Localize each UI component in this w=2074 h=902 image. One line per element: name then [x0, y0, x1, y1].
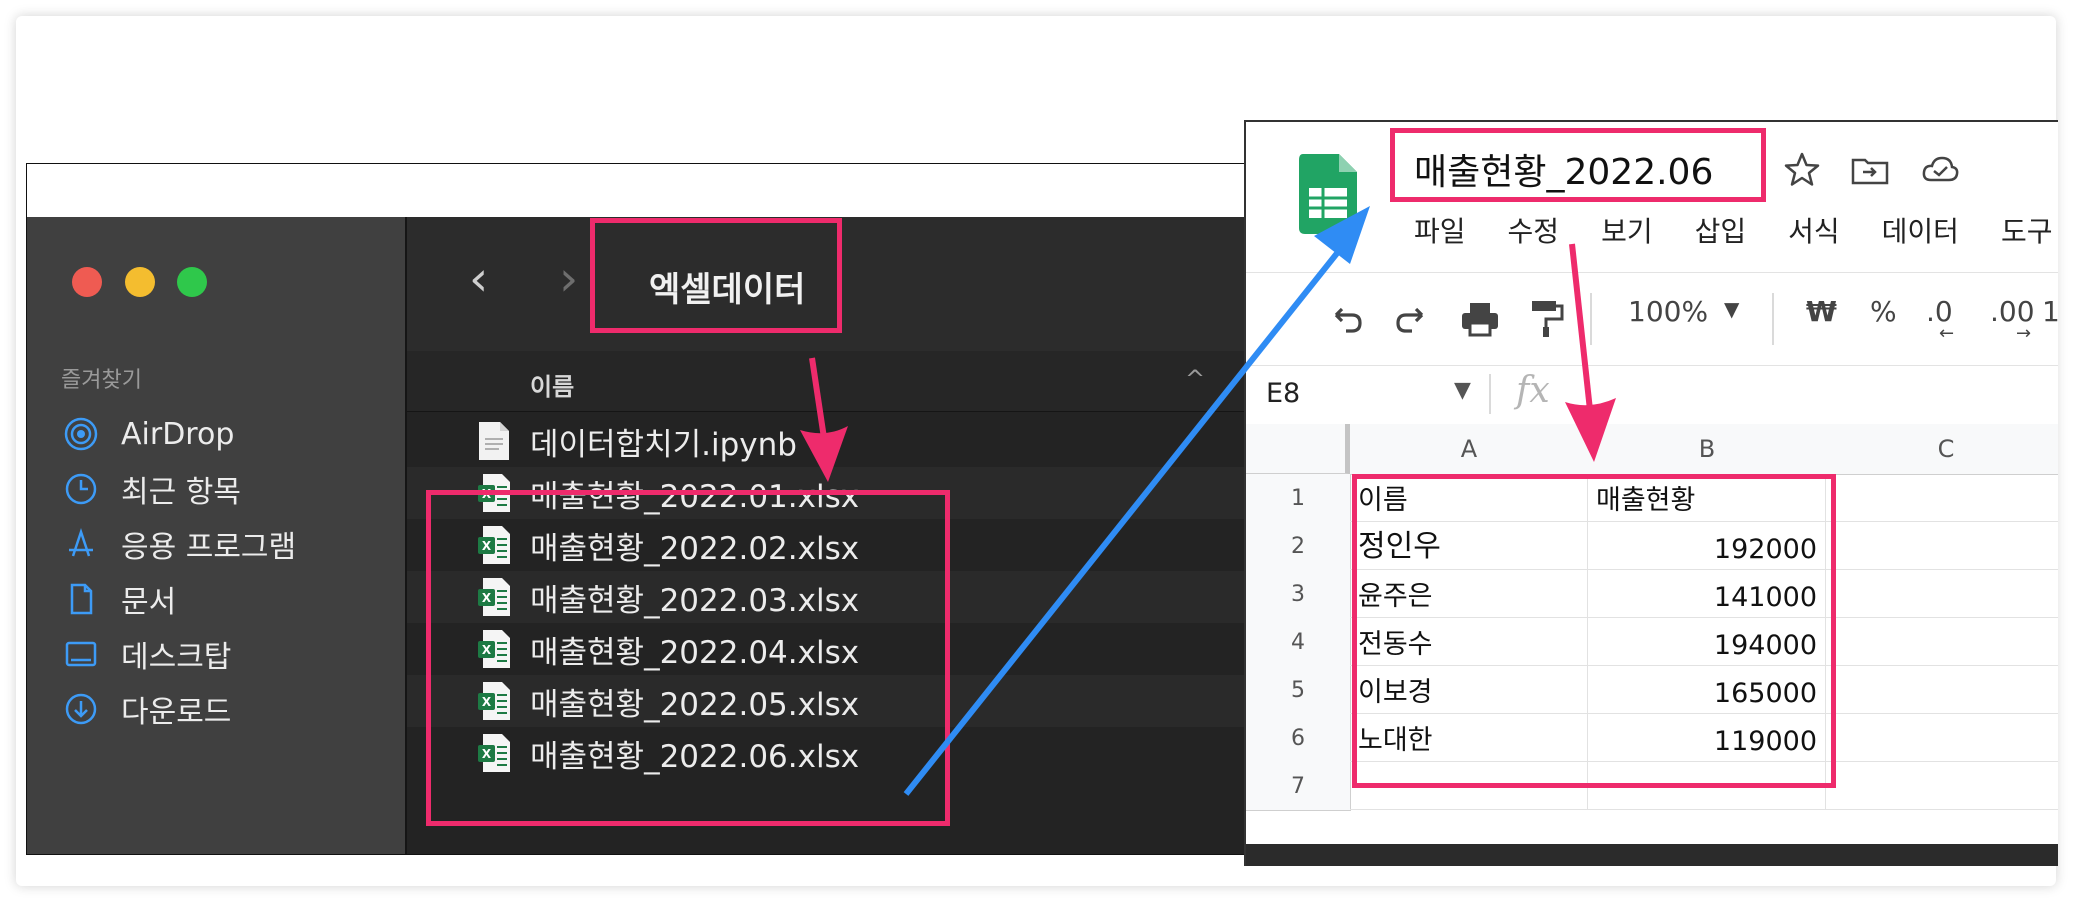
sheets-toolbar: 100% ▼ ₩ % .0 ← .00 → 1 [1246, 272, 2058, 366]
sidebar-item-label: 최근 항목 [121, 475, 241, 510]
name-box[interactable]: E8 [1266, 378, 1300, 409]
row-header[interactable]: 3 [1246, 570, 1351, 619]
close-window-button[interactable] [72, 267, 102, 297]
google-sheets-logo-icon[interactable] [1299, 154, 1357, 234]
highlight-file-list [426, 490, 950, 826]
zoom-window-button[interactable] [177, 267, 207, 297]
name-box-chevron-down-icon[interactable]: ▼ [1454, 378, 1471, 403]
menu-format[interactable]: 서식 [1788, 210, 1840, 250]
bottom-strip [1246, 844, 2058, 866]
row-header[interactable]: 2 [1246, 522, 1351, 571]
cloud-status-icon[interactable] [1920, 150, 1964, 194]
select-all-corner[interactable] [1246, 424, 1350, 474]
row-header[interactable]: 7 [1246, 762, 1351, 811]
apps-icon [61, 524, 101, 564]
desktop-icon [61, 634, 101, 674]
download-icon [61, 689, 101, 729]
menu-tools[interactable]: 도구 [2001, 210, 2053, 250]
more-formats-button[interactable]: 1 [2042, 295, 2058, 328]
document-icon [61, 579, 101, 619]
row-header[interactable]: 6 [1246, 714, 1351, 763]
cell-c3[interactable] [1826, 570, 2058, 618]
percent-format-button[interactable]: % [1870, 295, 1897, 328]
sidebar-item-documents[interactable]: 문서 [61, 574, 176, 624]
file-row[interactable]: 데이터합치기.ipynb [407, 415, 1257, 467]
star-icon[interactable] [1782, 150, 1826, 194]
formula-bar: E8 ▼ fx [1246, 364, 2058, 425]
redo-icon[interactable] [1392, 299, 1432, 339]
arrow-left-icon: ← [1939, 323, 1955, 344]
zoom-select[interactable]: 100% [1628, 295, 1708, 328]
finder-sidebar: 즐겨찾기 AirDrop 최근 항목 응용 프로그램 문서 데스크탑 다운로드 [27, 217, 407, 854]
sidebar-section-favorites: 즐겨찾기 [61, 368, 142, 393]
zoom-chevron-down-icon[interactable]: ▼ [1724, 297, 1739, 321]
menu-data[interactable]: 데이터 [1882, 210, 1959, 250]
sidebar-item-label: 데스크탑 [121, 640, 232, 675]
formula-divider [1489, 374, 1491, 414]
sort-chevron-up-icon[interactable]: ^ [1185, 365, 1205, 393]
arrow-right-icon: → [2016, 323, 2032, 344]
column-header[interactable]: 이름 ^ [407, 351, 1257, 412]
column-header-c[interactable]: C [1826, 424, 2058, 475]
highlight-folder-title [590, 218, 842, 333]
row-header[interactable]: 5 [1246, 666, 1351, 715]
highlight-doc-title [1390, 128, 1766, 202]
sidebar-item-label: 응용 프로그램 [121, 530, 297, 565]
airdrop-icon [61, 414, 101, 454]
menu-edit[interactable]: 수정 [1508, 210, 1560, 250]
toolbar-divider [1590, 293, 1592, 345]
sidebar-item-label: 다운로드 [121, 695, 232, 730]
row-header[interactable]: 1 [1246, 474, 1351, 523]
minimize-window-button[interactable] [125, 267, 155, 297]
sidebar-item-airdrop[interactable]: AirDrop [61, 409, 234, 459]
menu-bar: 파일 수정 보기 삽입 서식 데이터 도구 [1414, 210, 2052, 250]
print-icon[interactable] [1458, 297, 1502, 341]
undo-icon[interactable] [1326, 299, 1366, 339]
column-header-b[interactable]: B [1588, 424, 1827, 475]
menu-insert[interactable]: 삽입 [1695, 210, 1747, 250]
column-name-label: 이름 [530, 373, 575, 401]
fx-icon: fx [1516, 370, 1550, 411]
cell-c5[interactable] [1826, 666, 2058, 714]
menu-view[interactable]: 보기 [1601, 210, 1653, 250]
toolbar-divider [1772, 293, 1774, 345]
menu-file[interactable]: 파일 [1414, 210, 1466, 250]
cell-c1[interactable] [1826, 474, 2058, 522]
sidebar-item-label: 문서 [121, 585, 177, 620]
back-button[interactable]: ‹ [469, 255, 509, 305]
cell-c4[interactable] [1826, 618, 2058, 666]
highlight-sheet-data [1352, 474, 1836, 788]
cell-c6[interactable] [1826, 714, 2058, 762]
sidebar-item-applications[interactable]: 응용 프로그램 [61, 519, 296, 569]
clock-icon [61, 469, 101, 509]
row-header[interactable]: 4 [1246, 618, 1351, 667]
currency-format-button[interactable]: ₩ [1806, 295, 1837, 328]
move-folder-icon[interactable] [1850, 150, 1894, 194]
notebook-file-icon [479, 422, 509, 460]
cell-c7[interactable] [1826, 762, 2058, 810]
cell-c2[interactable] [1826, 522, 2058, 570]
sidebar-item-label: AirDrop [121, 416, 235, 452]
sidebar-item-recents[interactable]: 최근 항목 [61, 464, 241, 514]
sidebar-item-downloads[interactable]: 다운로드 [61, 684, 231, 734]
file-name: 데이터합치기.ipynb [530, 426, 797, 463]
column-header-a[interactable]: A [1350, 424, 1589, 475]
paint-format-icon[interactable] [1524, 297, 1568, 341]
sidebar-item-desktop[interactable]: 데스크탑 [61, 629, 231, 679]
